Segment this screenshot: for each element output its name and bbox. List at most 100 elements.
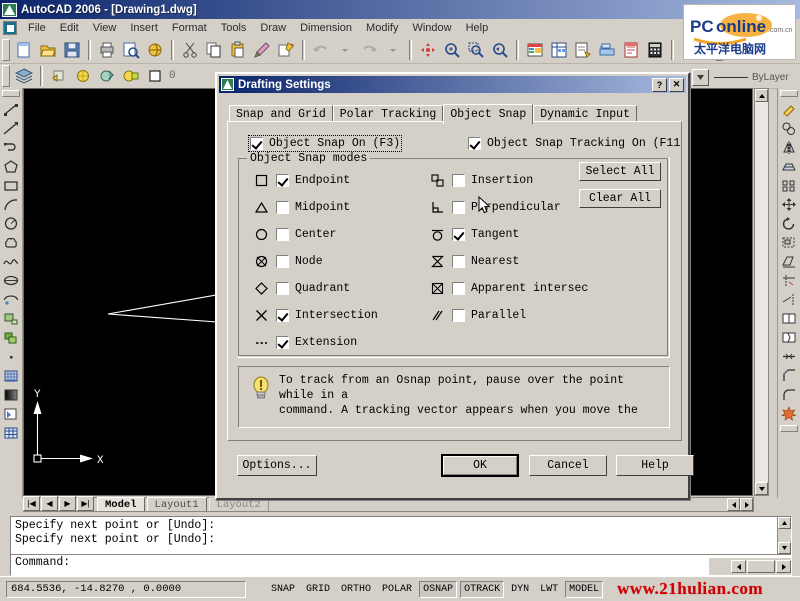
layer-manager-icon[interactable] [13, 65, 35, 87]
snap-mode-insertion[interactable]: Insertion [429, 173, 533, 188]
sheet-tab-model[interactable]: Model [97, 497, 145, 511]
toolbar-grip[interactable] [780, 90, 798, 97]
snap-mode-node[interactable]: Node [253, 254, 323, 269]
help-button[interactable]: ? [652, 77, 667, 92]
first-tab-button[interactable]: |◀ [23, 496, 40, 511]
menu-file[interactable]: File [21, 21, 53, 35]
checkbox-box[interactable] [452, 255, 465, 268]
menu-tools[interactable]: Tools [214, 21, 254, 35]
status-toggle-grid[interactable]: GRID [302, 581, 334, 598]
checkbox-box[interactable] [276, 309, 289, 322]
tool-palettes-icon[interactable] [572, 39, 594, 61]
designcenter-icon[interactable] [548, 39, 570, 61]
array-icon[interactable] [779, 176, 799, 195]
sheet-tab-layout1[interactable]: Layout1 [146, 497, 207, 511]
markup-icon[interactable] [620, 39, 642, 61]
menu-view[interactable]: View [86, 21, 124, 35]
layer-previous-icon[interactable] [48, 65, 70, 87]
zoom-window-icon[interactable] [465, 39, 487, 61]
toolbar-grip[interactable] [2, 90, 20, 97]
menu-dimension[interactable]: Dimension [293, 21, 359, 35]
layer-lock-icon[interactable] [120, 65, 142, 87]
command-window[interactable]: Specify next point or [Undo]: Specify ne… [10, 516, 792, 576]
point-icon[interactable] [1, 347, 21, 366]
hatch-icon[interactable] [1, 366, 21, 385]
toolbar-grip[interactable] [780, 425, 798, 432]
undo-dropdown-icon[interactable] [334, 39, 356, 61]
save-icon[interactable] [61, 39, 83, 61]
checkbox-box[interactable] [452, 174, 465, 187]
checkbox-box[interactable] [452, 228, 465, 241]
scroll-up-icon[interactable] [778, 517, 791, 529]
scroll-right-icon[interactable] [776, 560, 791, 573]
spline-icon[interactable] [1, 252, 21, 271]
offset-icon[interactable] [779, 157, 799, 176]
pan-realtime-icon[interactable] [417, 39, 439, 61]
mirror-icon[interactable] [779, 138, 799, 157]
chamfer-icon[interactable] [779, 366, 799, 385]
snap-mode-center[interactable]: Center [253, 227, 336, 242]
markup-set-icon[interactable] [275, 39, 297, 61]
copy-icon[interactable] [203, 39, 225, 61]
calculator-icon[interactable] [644, 39, 666, 61]
status-toggle-lwt[interactable]: LWT [536, 581, 562, 598]
previous-tab-button[interactable]: ◀ [41, 496, 58, 511]
fillet-icon[interactable] [779, 385, 799, 404]
command-horizontal-scrollbar[interactable] [709, 558, 791, 575]
snap-mode-apparent-intersection[interactable]: Apparent intersec [429, 281, 588, 296]
toolbar-grip[interactable] [2, 39, 10, 61]
checkbox-box[interactable] [276, 228, 289, 241]
checkbox-box[interactable] [250, 137, 263, 150]
scroll-left-icon[interactable] [731, 560, 746, 573]
layer-color-icon[interactable] [144, 65, 166, 87]
construction-line-icon[interactable] [1, 119, 21, 138]
circle-icon[interactable] [1, 214, 21, 233]
ellipse-icon[interactable] [1, 271, 21, 290]
erase-icon[interactable] [779, 100, 799, 119]
paste-icon[interactable] [227, 39, 249, 61]
scroll-down-icon[interactable] [755, 482, 768, 495]
status-toggle-polar[interactable]: POLAR [378, 581, 416, 598]
line-icon[interactable] [1, 100, 21, 119]
canvas-vertical-scrollbar[interactable] [754, 88, 769, 496]
menu-edit[interactable]: Edit [53, 21, 86, 35]
checkbox-box[interactable] [276, 336, 289, 349]
checkbox-box[interactable] [276, 174, 289, 187]
scale-icon[interactable] [779, 233, 799, 252]
scroll-up-icon[interactable] [755, 89, 768, 102]
properties-icon[interactable] [524, 39, 546, 61]
zoom-previous-icon[interactable] [489, 39, 511, 61]
publish-icon[interactable] [144, 39, 166, 61]
match-properties-icon[interactable] [251, 39, 273, 61]
scroll-track[interactable] [755, 102, 768, 482]
menu-modify[interactable]: Modify [359, 21, 405, 35]
tab-snap-and-grid[interactable]: Snap and Grid [229, 105, 333, 122]
cut-icon[interactable] [179, 39, 201, 61]
last-tab-button[interactable]: ▶| [77, 496, 94, 511]
coordinate-display[interactable]: 684.5536, -14.8270 , 0.0000 [6, 580, 246, 598]
snap-mode-tangent[interactable]: Tangent [429, 227, 519, 242]
extend-icon[interactable] [779, 290, 799, 309]
region-icon[interactable] [1, 404, 21, 423]
menu-draw[interactable]: Draw [253, 21, 293, 35]
checkbox-box[interactable] [276, 282, 289, 295]
snap-mode-quadrant[interactable]: Quadrant [253, 281, 350, 296]
status-toggle-dyn[interactable]: DYN [507, 581, 533, 598]
layer-freeze-icon[interactable] [96, 65, 118, 87]
snap-mode-perpendicular[interactable]: Perpendicular [429, 200, 561, 215]
snap-mode-endpoint[interactable]: Endpoint [253, 173, 350, 188]
rectangle-icon[interactable] [1, 176, 21, 195]
status-toggle-osnap[interactable]: OSNAP [419, 580, 458, 598]
checkbox-box[interactable] [452, 282, 465, 295]
status-toggle-model[interactable]: MODEL [565, 580, 604, 598]
ellipse-arc-icon[interactable] [1, 290, 21, 309]
make-block-icon[interactable] [1, 328, 21, 347]
move-icon[interactable] [779, 195, 799, 214]
status-toggle-snap[interactable]: SNAP [267, 581, 299, 598]
close-button[interactable]: ✕ [669, 77, 684, 92]
next-tab-button[interactable]: ▶ [59, 496, 76, 511]
select-all-button[interactable]: Select All [579, 162, 661, 181]
status-toggle-ortho[interactable]: ORTHO [337, 581, 375, 598]
clear-all-button[interactable]: Clear All [579, 189, 661, 208]
trim-icon[interactable] [779, 271, 799, 290]
